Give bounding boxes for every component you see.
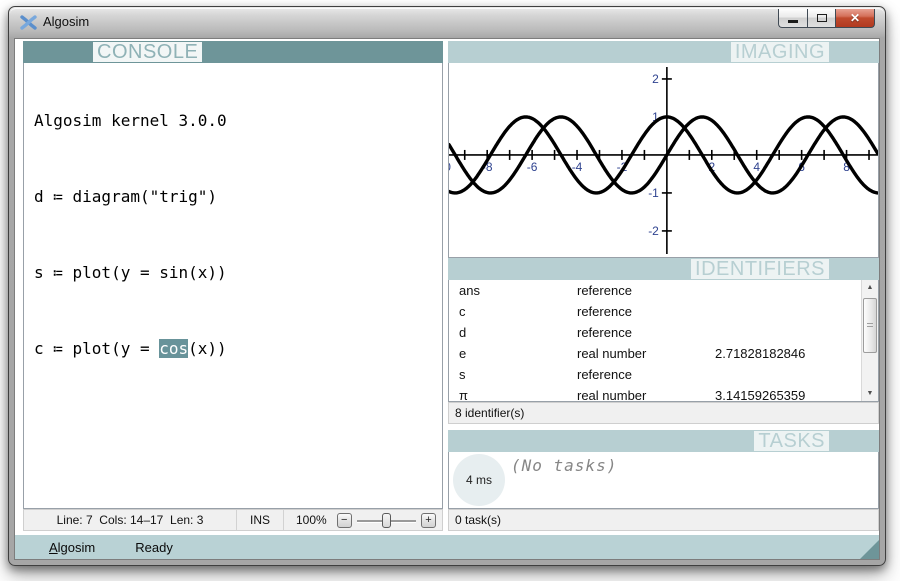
tasks-header: TASKS: [448, 430, 879, 452]
identifier-type: reference: [577, 322, 632, 343]
title-bar[interactable]: Algosim ✕: [9, 7, 885, 38]
identifier-type: reference: [577, 301, 632, 322]
trig-plot[interactable]: -10-8-6-4-224681021-1-2: [448, 63, 879, 258]
identifier-type: reference: [577, 364, 632, 385]
minimize-icon: [788, 20, 798, 23]
right-panels: IMAGING -10-8-6-4-224681021-1-2 IDENTIFI…: [448, 41, 879, 531]
svg-text:-2: -2: [648, 224, 659, 238]
identifier-type: real number: [577, 343, 646, 364]
zoom-controls: 100% − +: [284, 513, 442, 528]
zoom-level: 100%: [296, 513, 327, 527]
identifier-name: s: [459, 364, 466, 385]
identifier-type: reference: [577, 280, 632, 301]
tasks-panel: 4 ms (No tasks): [448, 452, 879, 509]
identifiers-list: ans reference c reference d reference e real nu…: [448, 280, 879, 402]
no-tasks-label: (No tasks): [511, 456, 617, 475]
tasks-status-bar: 0 task(s): [448, 509, 879, 531]
close-button[interactable]: ✕: [836, 9, 875, 28]
svg-text:4: 4: [753, 160, 760, 174]
identifier-row[interactable]: π real number 3.14159265359: [449, 385, 878, 402]
identifier-value: 2.71828182846: [715, 343, 805, 364]
cursor-position: Line: 7 Cols: 14–17 Len: 3: [24, 513, 236, 527]
scroll-down-arrow[interactable]: ▼: [862, 386, 878, 401]
imaging-header: IMAGING: [448, 41, 879, 63]
scroll-up-arrow[interactable]: ▲: [862, 280, 878, 295]
insert-mode-indicator: INS: [237, 513, 283, 527]
svg-text:-6: -6: [527, 160, 538, 174]
identifier-name: d: [459, 322, 466, 343]
zoom-in-button[interactable]: +: [421, 513, 436, 528]
minimize-button[interactable]: [778, 9, 807, 28]
zoom-slider[interactable]: [357, 513, 416, 528]
console-header: CONSOLE: [23, 41, 443, 63]
scrollbar-thumb[interactable]: [863, 298, 877, 353]
maximize-icon: [817, 14, 827, 22]
svg-text:-1: -1: [648, 186, 659, 200]
task-time-badge: 4 ms: [453, 454, 505, 506]
console-editor[interactable]: Algosim kernel 3.0.0 d ≔ diagram("trig")…: [23, 63, 443, 509]
algosim-menu[interactable]: Algosim: [49, 540, 95, 555]
zoom-out-button[interactable]: −: [337, 513, 352, 528]
bottom-menu-bar: Algosim Ready: [15, 535, 879, 559]
identifier-row[interactable]: s reference: [449, 364, 878, 385]
algosim-butterfly-icon: [20, 14, 37, 31]
maximize-button[interactable]: [807, 9, 836, 28]
imaging-header-label: IMAGING: [731, 42, 829, 62]
console-header-label: CONSOLE: [93, 42, 202, 62]
tasks-header-label: TASKS: [754, 431, 829, 451]
console-line: s ≔ plot(y = sin(x)): [34, 263, 442, 301]
identifier-type: real number: [577, 385, 646, 402]
status-ready: Ready: [135, 540, 173, 555]
zoom-slider-thumb[interactable]: [382, 513, 391, 528]
identifier-row[interactable]: e real number 2.71828182846: [449, 343, 878, 364]
resize-grip[interactable]: [860, 540, 879, 559]
identifier-name: c: [459, 301, 466, 322]
selected-text: cos: [159, 339, 188, 358]
identifiers-scrollbar[interactable]: ▲ ▼: [861, 280, 878, 401]
plot-canvas: -10-8-6-4-224681021-1-2: [449, 63, 878, 256]
identifier-name: ans: [459, 280, 480, 301]
console-status-bar: Line: 7 Cols: 14–17 Len: 3 INS 100% − +: [23, 509, 443, 531]
caption-buttons: ✕: [778, 9, 875, 28]
console-panel: CONSOLE Algosim kernel 3.0.0 d ≔ diagram…: [23, 41, 443, 531]
console-line: d ≔ diagram("trig"): [34, 187, 442, 225]
identifiers-header-label: IDENTIFIERS: [691, 259, 829, 279]
identifier-name: e: [459, 343, 466, 364]
desktop: Algosim ✕ CONSOLE Algosim kernel 3.0.0 d…: [0, 0, 900, 581]
identifiers-header: IDENTIFIERS: [448, 258, 879, 280]
console-line: Algosim kernel 3.0.0: [34, 111, 442, 149]
svg-text:2: 2: [652, 72, 659, 86]
client-area: CONSOLE Algosim kernel 3.0.0 d ≔ diagram…: [14, 38, 880, 560]
identifier-value: 3.14159265359: [715, 385, 805, 402]
window-title: Algosim: [43, 14, 89, 29]
identifier-row[interactable]: d reference: [449, 322, 878, 343]
svg-text:-10: -10: [449, 160, 451, 174]
close-icon: ✕: [850, 11, 860, 25]
identifiers-status-bar: 8 identifier(s): [448, 402, 879, 424]
identifier-row[interactable]: c reference: [449, 301, 878, 322]
console-line: c ≔ plot(y = cos(x)): [34, 339, 442, 377]
algosim-window: Algosim ✕ CONSOLE Algosim kernel 3.0.0 d…: [8, 6, 886, 566]
identifier-row[interactable]: ans reference: [449, 280, 878, 301]
identifier-name: π: [459, 385, 468, 402]
